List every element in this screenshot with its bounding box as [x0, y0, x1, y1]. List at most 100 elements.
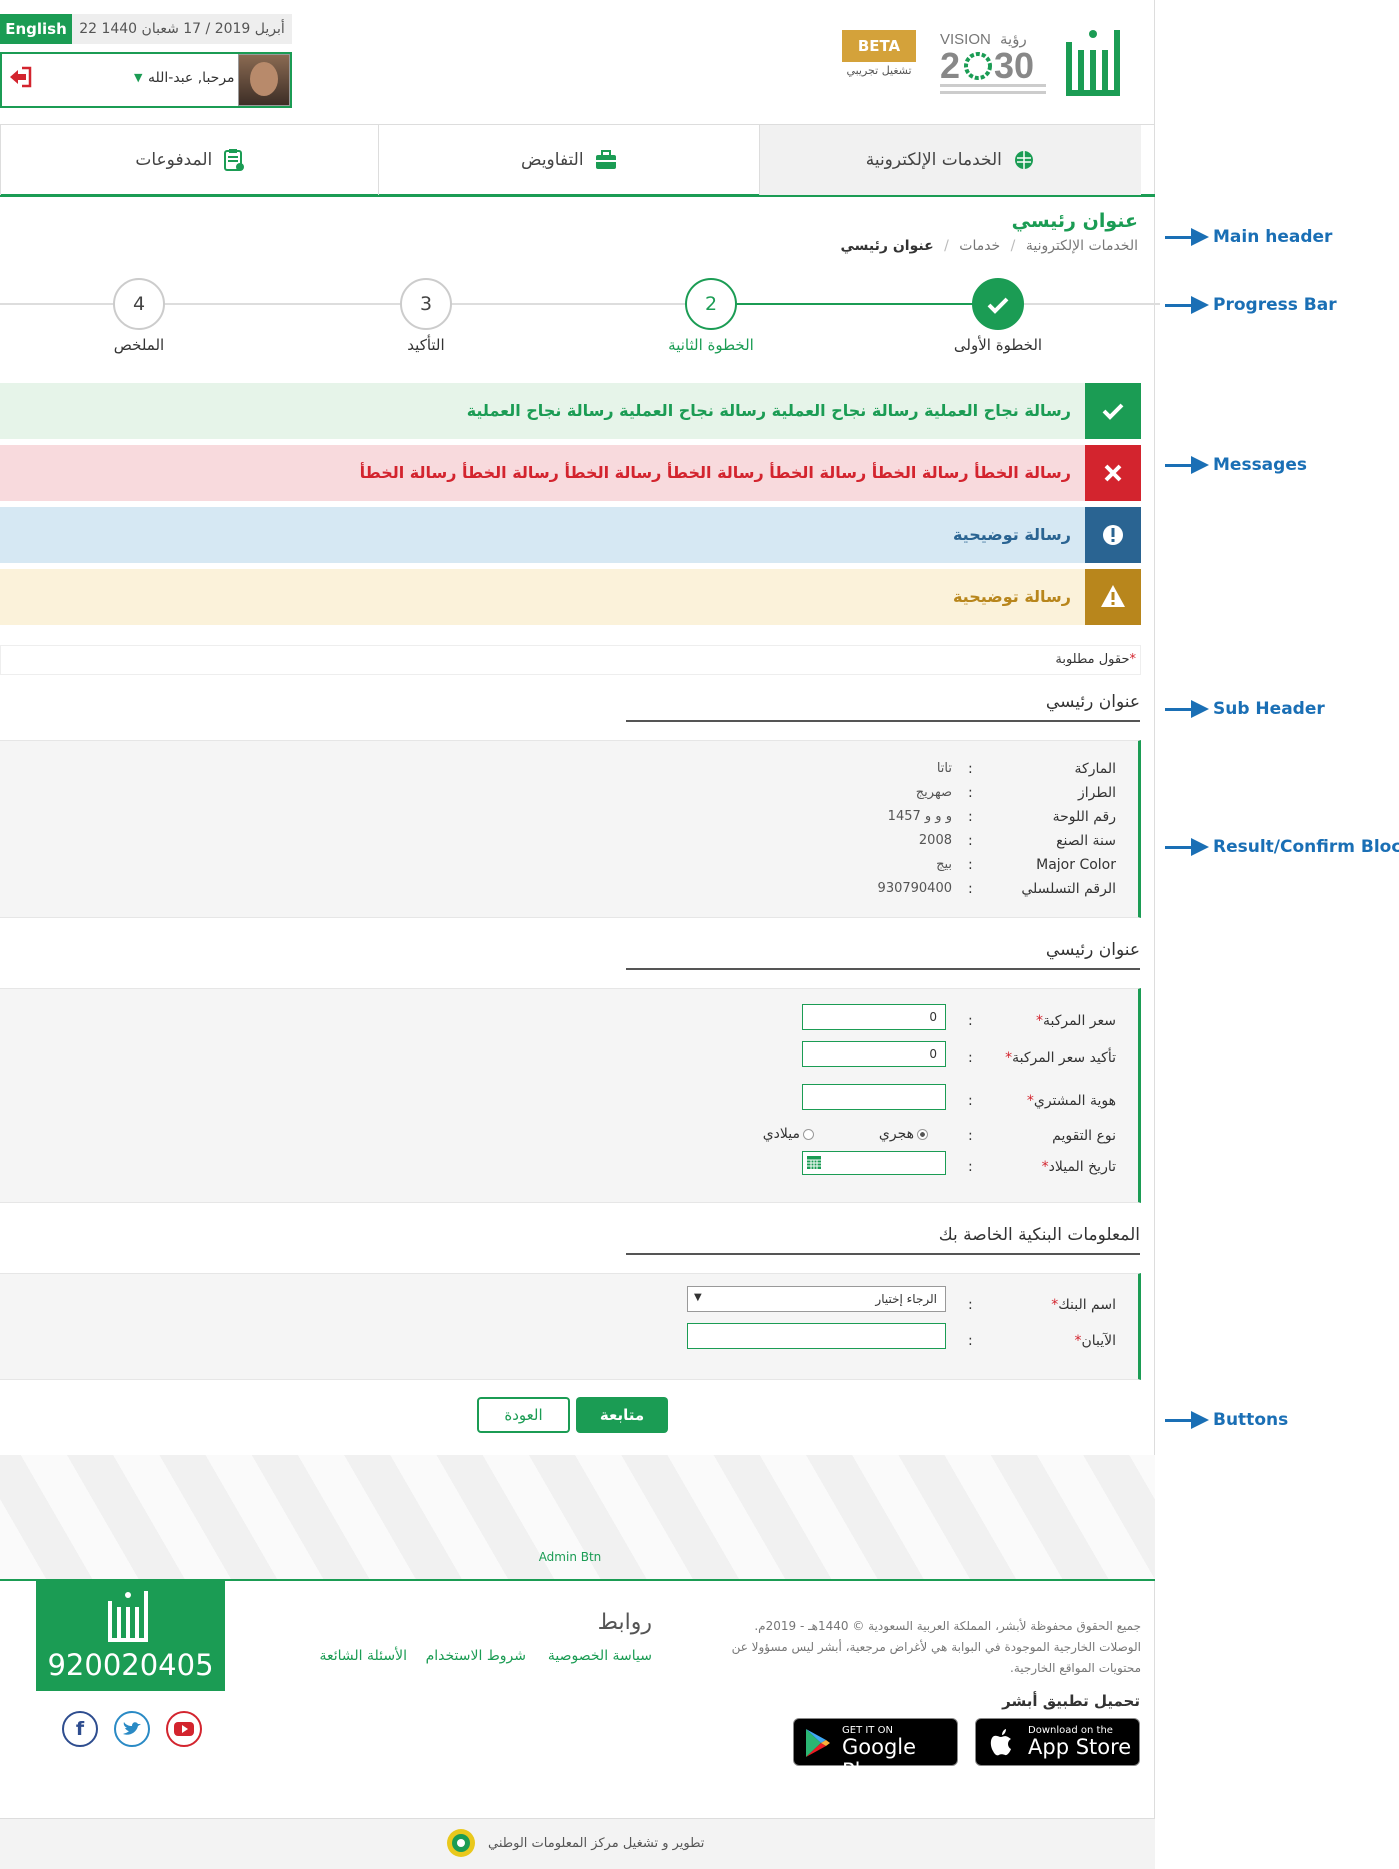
footer-phone: 920020405 [47, 1648, 214, 1682]
back-button[interactable]: العودة [477, 1397, 570, 1433]
field-value: صهريج [915, 785, 952, 800]
error-message-text: رسالة الخطأ رسالة الخطأ رسالة الخطأ رسال… [359, 463, 1071, 482]
clipboard-icon [223, 149, 244, 171]
step-1-circle [972, 278, 1024, 330]
links-title: روابط [597, 1610, 652, 1635]
beta-subtitle: تشغيل تجريبي [846, 64, 912, 77]
breadcrumb-item[interactable]: خدمات [959, 238, 1000, 254]
logout-icon[interactable] [6, 64, 32, 90]
field-label: سنة الصنع [1056, 833, 1116, 849]
google-play-button[interactable]: GET IT ON Google Play [793, 1718, 958, 1783]
required-fields-box [0, 645, 1141, 675]
calendar-type-label: نوع التقويم [1052, 1128, 1116, 1144]
absher-logo [108, 1591, 148, 1642]
required-asterisk: * [1129, 652, 1137, 667]
sub-header: عنوان رئيسي [626, 692, 1140, 722]
field-value: 2008 [918, 833, 952, 848]
field-value: و و و 1457 [887, 809, 952, 824]
warning-message-text: رسالة توضيحية [952, 587, 1071, 606]
price-label: سعر المركبة* [1035, 1013, 1116, 1029]
nic-logo [447, 1829, 475, 1857]
close-icon [1085, 445, 1141, 501]
required-note-text: حقول مطلوبة [1055, 652, 1130, 667]
breadcrumb: الخدمات الإلكترونية / خدمات / عنوان رئيس… [840, 238, 1138, 254]
chevron-down-icon[interactable]: ▼ [134, 71, 142, 84]
faq-link[interactable]: الأسئلة الشائعة [320, 1648, 408, 1664]
continue-button[interactable]: متابعة [576, 1397, 668, 1433]
bank-name-label: اسم البنك* [1051, 1297, 1116, 1313]
result-block: الماركة: تاتا الطراز: صهريج رقم اللوحة: و و… [0, 740, 1141, 918]
privacy-policy-link[interactable]: سياسة الخصوصية [548, 1648, 652, 1664]
date-display: 22 أبريل 2019 / 17 شعبان 1440 [72, 14, 292, 44]
tab-label: الخدمات الإلكترونية [865, 150, 1002, 170]
admin-button[interactable]: Admin Btn [520, 1550, 620, 1564]
developer-credit: تطوير و تشغيل مركز المعلومات الوطني [488, 1836, 705, 1851]
bank-block: اسم البنك* : الرجاء إختيار ▼ الآيبان* : [0, 1273, 1141, 1380]
briefcase-icon [596, 150, 616, 169]
vision-2030-logo: VISION رؤية 2 30 [940, 30, 1046, 94]
step-4-circle: 4 [113, 278, 165, 330]
info-message-text: رسالة توضيحية [952, 525, 1071, 544]
check-icon [1085, 383, 1141, 439]
iban-input[interactable] [687, 1323, 946, 1349]
step-2-circle: 2 [685, 278, 737, 330]
svg-text:2: 2 [940, 45, 960, 86]
required-fields-note: *حقول مطلوبة [1055, 652, 1136, 667]
copyright-text: جميع الحقوق محفوظة لأبشر، المملكة العربي… [731, 1619, 1141, 1675]
tab-negotiations[interactable]: التفاويض [378, 125, 759, 195]
success-message-text: رسالة نجاح العملية رسالة نجاح العملية رس… [466, 401, 1071, 420]
price-confirm-input[interactable]: 0 [802, 1041, 946, 1067]
breadcrumb-current: عنوان رئيسي [840, 238, 934, 254]
facebook-icon[interactable]: f [62, 1711, 98, 1747]
field-label: الرقم التسلسلي [1021, 881, 1116, 897]
youtube-icon[interactable] [166, 1711, 202, 1747]
sub-header: عنوان رئيسي [626, 940, 1140, 970]
tab-label: التفاويض [521, 150, 584, 170]
check-icon [987, 297, 1009, 314]
step-3-circle: 3 [400, 278, 452, 330]
tab-eservices[interactable]: الخدمات الإلكترونية [759, 125, 1141, 195]
terms-link[interactable]: شروط الاستخدام [426, 1648, 526, 1664]
bank-select[interactable]: الرجاء إختيار ▼ [687, 1286, 946, 1312]
breadcrumb-item[interactable]: الخدمات الإلكترونية [1026, 238, 1138, 254]
language-toggle-button[interactable]: English [0, 14, 72, 44]
warning-icon [1085, 569, 1141, 625]
beta-badge: BETA [842, 30, 916, 62]
step-1-label: الخطوة الأولى [953, 336, 1043, 354]
price-input[interactable]: 0 [802, 1004, 946, 1030]
globe-icon [1015, 151, 1034, 169]
calendar-icon[interactable] [807, 1156, 821, 1169]
twitter-icon[interactable] [114, 1711, 150, 1747]
success-message: رسالة نجاح العملية رسالة نجاح العملية رس… [0, 383, 1141, 439]
absher-logo [1066, 30, 1120, 96]
step-4-label: الملخص [113, 336, 165, 354]
radio-hijri[interactable]: هجري [879, 1126, 928, 1142]
form-block: سعر المركبة* : 0 تأكيد سعر المركبة* : 0 … [0, 988, 1141, 1203]
price-confirm-label: تأكيد سعر المركبة* [1005, 1050, 1116, 1066]
birth-date-input[interactable] [802, 1151, 946, 1175]
radio-gregorian[interactable]: ميلادي [763, 1126, 814, 1142]
iban-label: الآيبان* [1074, 1333, 1116, 1349]
field-label: رقم اللوحة [1052, 809, 1116, 825]
tab-label: المدفوعات [135, 150, 213, 170]
apple-icon [990, 1729, 1011, 1756]
app-store-button[interactable]: Download on the App Store [975, 1718, 1140, 1766]
app-download-title: تحميل تطبيق أبشر [1002, 1692, 1140, 1710]
buyer-id-input[interactable] [802, 1084, 946, 1110]
step-2-label: الخطوة الثانية [668, 336, 754, 354]
page-title: عنوان رئيسي [1011, 210, 1138, 232]
progress-fill [710, 303, 998, 305]
field-label: Major Color [1036, 857, 1116, 873]
field-value: 930790400 [877, 881, 952, 896]
birth-date-label: تاريخ الميلاد* [1041, 1159, 1116, 1175]
info-message: رسالة توضيحية [0, 507, 1141, 563]
user-greeting[interactable]: مرحبا, عبد-الله [148, 70, 235, 86]
error-message: رسالة الخطأ رسالة الخطأ رسالة الخطأ رسال… [0, 445, 1141, 501]
step-3-label: التأكيد [407, 336, 445, 354]
buyer-id-label: هوية المشتري* [1026, 1093, 1116, 1109]
chevron-down-icon: ▼ [694, 1292, 702, 1303]
field-label: الطراز [1077, 785, 1116, 801]
tab-payments[interactable]: المدفوعات [0, 125, 378, 195]
svg-text:30: 30 [994, 45, 1034, 86]
avatar-face [250, 62, 278, 96]
